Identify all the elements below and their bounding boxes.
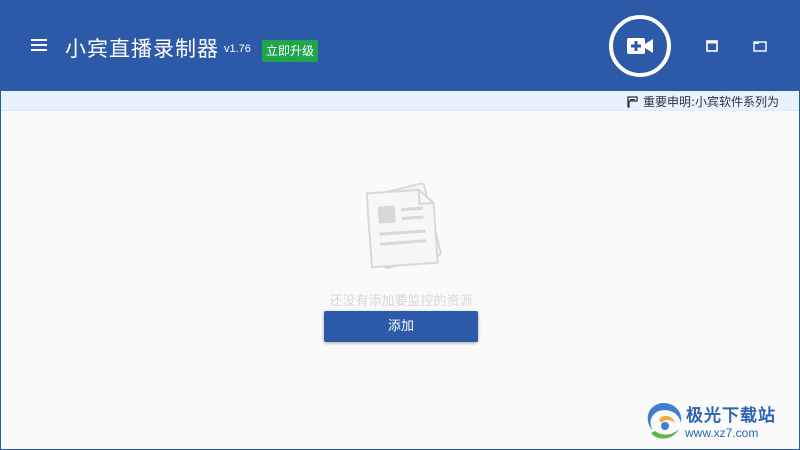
add-resource-button[interactable]: 添加 <box>324 311 478 342</box>
hamburger-menu-icon[interactable] <box>31 39 47 53</box>
watermark-url: www.xz7.com <box>685 426 759 440</box>
window-restore-icon <box>753 41 767 52</box>
notice-bar: 重要申明:小宾软件系列为 <box>1 91 799 111</box>
empty-state-message: 还没有添加要监控的资源 <box>329 294 473 309</box>
app-title: 小宾直播录制器 <box>65 37 219 61</box>
notice-text: 重要申明:小宾软件系列为 <box>643 95 780 109</box>
minimize-window-button[interactable] <box>702 37 722 55</box>
app-window: 小宾直播录制器 v1.76 立即升级 重要申明:小宾软件系列为 还没有添加要监控… <box>0 0 800 450</box>
video-add-icon <box>627 38 653 54</box>
restore-window-button[interactable] <box>750 37 770 55</box>
watermark-site-name: 极光下载站 <box>686 406 776 426</box>
upgrade-button[interactable]: 立即升级 <box>262 40 319 62</box>
document-icon <box>627 95 638 108</box>
xz7-logo-icon <box>647 403 682 439</box>
window-square-icon <box>706 40 718 52</box>
notice-marquee[interactable]: 重要申明:小宾软件系列为 <box>627 93 779 110</box>
documents-icon <box>365 182 442 270</box>
app-version: v1.76 <box>224 43 251 55</box>
add-recording-button[interactable] <box>609 15 671 77</box>
app-header: 小宾直播录制器 v1.76 立即升级 <box>1 1 799 91</box>
site-watermark: 极光下载站 www.xz7.com <box>641 397 797 445</box>
